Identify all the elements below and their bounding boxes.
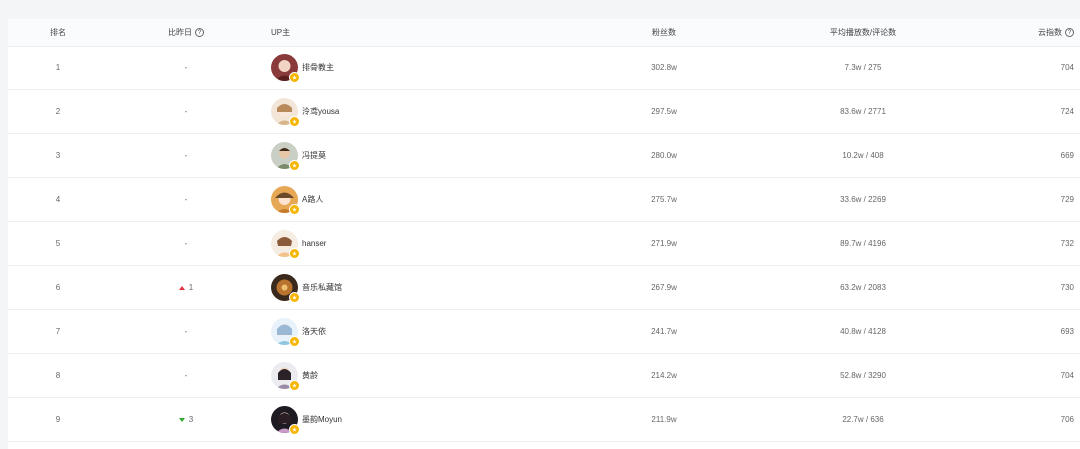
change-value: - <box>184 327 188 336</box>
avatar[interactable] <box>271 318 300 347</box>
fans-value: 297.5w <box>651 107 677 116</box>
change-value: 3 <box>188 415 194 424</box>
change-value: 1 <box>188 283 194 292</box>
avatar[interactable] <box>271 274 300 303</box>
table-header: 排名 比昨日 ? UP主 粉丝数 平均播放数/评论数 云指数 ? <box>8 19 1080 47</box>
rank-down-icon <box>178 417 185 422</box>
up-name-link[interactable]: 墨韵Moyun <box>302 414 342 425</box>
table-row: 8 - 黄龄 214.2w 52.8w / 3290 704 <box>8 354 1080 398</box>
cloud-value: 730 <box>1060 283 1074 292</box>
change-value: - <box>184 151 188 160</box>
rank-value: 9 <box>55 415 61 424</box>
avg-value: 40.8w / 4128 <box>840 327 886 336</box>
cloud-value: 729 <box>1060 195 1074 204</box>
fans-value: 267.9w <box>651 283 677 292</box>
avatar[interactable] <box>271 54 300 83</box>
cloud-value: 693 <box>1060 327 1074 336</box>
fans-value: 214.2w <box>651 371 677 380</box>
avatar[interactable] <box>271 186 300 215</box>
change-value: - <box>184 371 188 380</box>
verified-badge-icon <box>289 380 300 391</box>
fans-value: 280.0w <box>651 151 677 160</box>
help-icon[interactable]: ? <box>1065 28 1074 37</box>
cloud-value: 706 <box>1060 415 1074 424</box>
header-up: UP主 <box>271 28 291 37</box>
rank-value: 5 <box>55 239 61 248</box>
table-row: 2 - 泠鸢yousa 297.5w 83.6w / 2771 724 <box>8 90 1080 134</box>
avatar[interactable] <box>271 230 300 259</box>
avg-value: 83.6w / 2771 <box>840 107 886 116</box>
up-name-link[interactable]: 排骨教主 <box>302 62 334 73</box>
cloud-value: 724 <box>1060 107 1074 116</box>
verified-badge-icon <box>289 204 300 215</box>
up-name-link[interactable]: 洛天依 <box>302 326 326 337</box>
rank-value: 2 <box>55 107 61 116</box>
rank-value: 7 <box>55 327 61 336</box>
verified-badge-icon <box>289 160 300 171</box>
table-row: 6 1 音乐私藏馆 267.9w 63.2w / 2083 730 <box>8 266 1080 310</box>
table-row: 9 3 墨韵Moyun 211.9w 22.7w / 636 706 <box>8 398 1080 442</box>
verified-badge-icon <box>289 116 300 127</box>
up-name-link[interactable]: 冯提莫 <box>302 150 326 161</box>
avg-value: 10.2w / 408 <box>842 151 884 160</box>
header-avg: 平均播放数/评论数 <box>829 28 897 37</box>
fans-value: 275.7w <box>651 195 677 204</box>
rank-value: 8 <box>55 371 61 380</box>
table-row: 3 - 冯提莫 280.0w 10.2w / 408 669 <box>8 134 1080 178</box>
header-change: 比昨日 ? <box>136 19 236 46</box>
cloud-value: 704 <box>1060 63 1074 72</box>
up-name-link[interactable]: 黄龄 <box>302 370 318 381</box>
verified-badge-icon <box>289 72 300 83</box>
avg-value: 33.6w / 2269 <box>840 195 886 204</box>
verified-badge-icon <box>289 336 300 347</box>
verified-badge-icon <box>289 292 300 303</box>
fans-value: 241.7w <box>651 327 677 336</box>
fans-value: 211.9w <box>651 415 677 424</box>
header-cloud: 云指数 ? <box>968 19 1074 46</box>
change-value: - <box>184 107 188 116</box>
up-name-link[interactable]: A路人 <box>302 194 323 205</box>
avatar[interactable] <box>271 142 300 171</box>
avatar[interactable] <box>271 406 300 435</box>
table-row: 5 - hanser 271.9w 89.7w / 4196 732 <box>8 222 1080 266</box>
up-name-link[interactable]: 泠鸢yousa <box>302 106 339 117</box>
change-value: - <box>184 239 188 248</box>
rank-value: 6 <box>55 283 61 292</box>
rank-value: 3 <box>55 151 61 160</box>
avg-value: 7.3w / 275 <box>844 63 882 72</box>
verified-badge-icon <box>289 424 300 435</box>
header-fans: 粉丝数 <box>652 28 676 37</box>
table-row: 1 - 排骨教主 302.8w 7.3w / 275 704 <box>8 46 1080 90</box>
rank-up-icon <box>178 285 185 290</box>
ranking-table: 排名 比昨日 ? UP主 粉丝数 平均播放数/评论数 云指数 ? 1 - 排骨教… <box>8 19 1080 449</box>
rank-value: 1 <box>55 63 61 72</box>
avg-value: 89.7w / 4196 <box>840 239 886 248</box>
up-name-link[interactable]: 音乐私藏馆 <box>302 282 342 293</box>
fans-value: 271.9w <box>651 239 677 248</box>
rank-value: 4 <box>55 195 61 204</box>
change-value: - <box>184 195 188 204</box>
cloud-value: 669 <box>1060 151 1074 160</box>
fans-value: 302.8w <box>651 63 677 72</box>
avg-value: 52.8w / 3290 <box>840 371 886 380</box>
cloud-value: 704 <box>1060 371 1074 380</box>
verified-badge-icon <box>289 248 300 259</box>
avg-value: 63.2w / 2083 <box>840 283 886 292</box>
avatar[interactable] <box>271 98 300 127</box>
change-value: - <box>184 63 188 72</box>
avatar[interactable] <box>271 362 300 391</box>
table-row: 4 - A路人 275.7w 33.6w / 2269 729 <box>8 178 1080 222</box>
help-icon[interactable]: ? <box>195 28 204 37</box>
avg-value: 22.7w / 636 <box>842 415 884 424</box>
table-row: 7 - 洛天依 241.7w 40.8w / 4128 693 <box>8 310 1080 354</box>
cloud-value: 732 <box>1060 239 1074 248</box>
header-rank: 排名 <box>50 28 66 37</box>
up-name-link[interactable]: hanser <box>302 239 326 248</box>
